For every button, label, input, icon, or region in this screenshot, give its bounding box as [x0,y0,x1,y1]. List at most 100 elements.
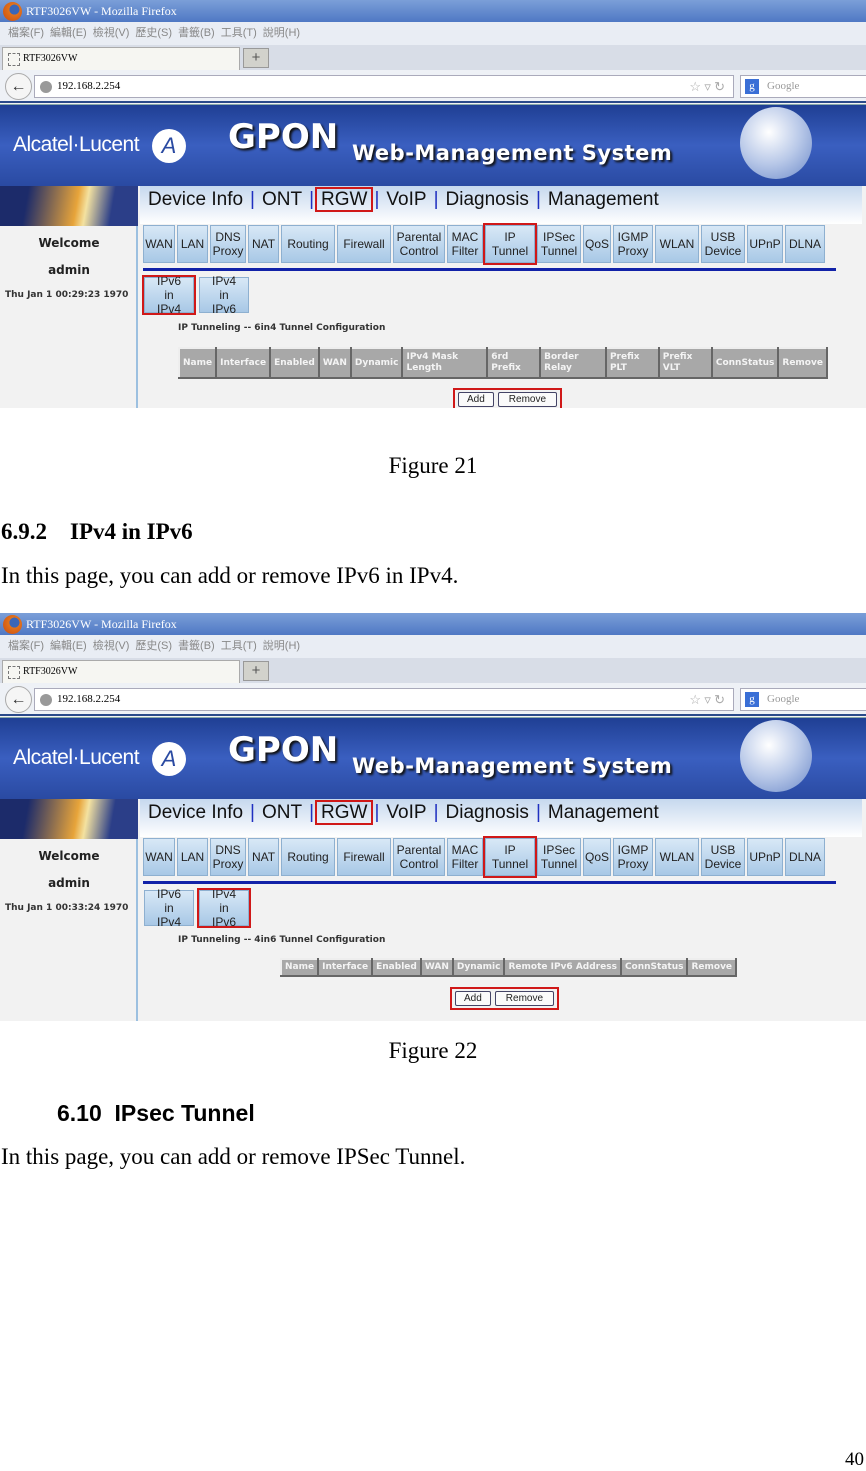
nav-separator: | [374,189,380,210]
browser-tab[interactable]: RTF3026VW [2,660,240,683]
top-nav-management[interactable]: Management [544,802,663,823]
menu-item[interactable]: 檢視(V) [93,27,130,39]
column-header-dynamic: Dynamic [451,958,506,977]
system-date: Thu Jan 1 00:29:23 1970 [5,290,129,300]
menu-item[interactable]: 說明(H) [263,640,300,652]
sub-nav-qos[interactable]: QoS [583,838,611,876]
search-input[interactable]: Google g [740,688,866,711]
sub-nav-dns-proxy[interactable]: DNS Proxy [210,225,246,263]
banner: Alcatel·Lucent A GPON Web-Management System [0,104,866,186]
back-button[interactable]: ← [5,73,32,100]
top-nav-diagnosis[interactable]: Diagnosis [442,802,533,823]
url-bar[interactable]: 192.168.2.254 ☆ ▿ ↻ [34,688,734,711]
menu-item[interactable]: 檔案(F) [8,27,44,39]
sub-nav-upnp[interactable]: UPnP [747,225,783,263]
top-nav-ont[interactable]: ONT [258,802,306,823]
menu-item[interactable]: 歷史(S) [135,27,172,39]
menu-item[interactable]: 檔案(F) [8,640,44,652]
sub-nav-qos[interactable]: QoS [583,225,611,263]
url-bar[interactable]: 192.168.2.254 ☆ ▿ ↻ [34,75,734,98]
sub-nav-ip-tunnel[interactable]: IP Tunnel [483,836,537,878]
tunnel-tab-ipv4-in-ipv6[interactable]: IPv4 in IPv6 [199,274,249,316]
top-nav-device-info[interactable]: Device Info [144,802,247,823]
table-header-row: Name Interface Enabled WAN Dynamic IPv4 Mask … [177,347,828,379]
sub-nav-usb-device[interactable]: USB Device [701,225,745,263]
back-button[interactable]: ← [5,686,32,713]
section-paragraph-6-9-2: In this page, you can add or remove IPv6… [1,563,459,588]
sub-nav-igmp-proxy[interactable]: IGMP Proxy [613,838,653,876]
tunnel-tab-ipv6-in-ipv4[interactable]: IPv6 in IPv4 [142,274,196,316]
sub-nav-parental-control[interactable]: Parental Control [393,838,445,876]
column-header-ipv4-mask-length: IPv4 Mask Length [401,347,489,379]
alcatel-lucent-logo-icon: A [152,129,186,163]
top-nav-rgw[interactable]: RGW [315,187,374,212]
sub-nav-wlan[interactable]: WLAN [655,225,699,263]
sub-nav-dlna[interactable]: DLNA [785,838,825,876]
sub-nav-firewall[interactable]: Firewall [337,838,391,876]
sub-nav-igmp-proxy[interactable]: IGMP Proxy [613,225,653,263]
menu-item[interactable]: 書籤(B) [178,27,215,39]
sub-nav-dlna[interactable]: DLNA [785,225,825,263]
menu-item[interactable]: 編輯(E) [50,27,87,39]
menu-item[interactable]: 檢視(V) [93,640,130,652]
sub-nav-firewall[interactable]: Firewall [337,225,391,263]
screenshot-figure-21: RTF3026VW - Mozilla Firefox 檔案(F) 編輯(E) 檢視(… [0,0,866,408]
sub-nav-routing[interactable]: Routing [281,838,335,876]
remove-button[interactable]: Remove [494,991,555,1006]
top-nav-voip[interactable]: VoIP [382,189,430,210]
menu-item[interactable]: 歷史(S) [135,640,172,652]
tunnel-tab-ipv6-in-ipv4[interactable]: IPv6 in IPv4 [144,887,194,929]
sub-nav-routing[interactable]: Routing [281,225,335,263]
tunnel-table: Name Interface Enabled WAN Dynamic IPv4 Mask … [177,347,828,379]
sub-nav-wlan[interactable]: WLAN [655,838,699,876]
top-nav-device-info[interactable]: Device Info [144,189,247,210]
section-heading-6-9-2: 6.9.2 IPv4 in IPv6 [1,519,193,544]
tunnel-tab-ipv4-in-ipv6[interactable]: IPv4 in IPv6 [197,887,251,929]
figure-21-caption: Figure 21 [388,453,478,478]
bookmark-star-icon[interactable]: ☆ ▿ ↻ [689,689,725,710]
sub-nav-ip-tunnel[interactable]: IP Tunnel [483,223,537,265]
top-nav-voip[interactable]: VoIP [382,802,430,823]
column-header-prefix-plt: Prefix PLT [604,347,660,379]
sub-nav-mac-filter[interactable]: MAC Filter [447,838,483,876]
add-button[interactable]: Add [455,991,491,1006]
left-panel: Welcome admin Thu Jan 1 00:29:23 1970 [0,186,138,408]
menu-item[interactable]: 工具(T) [221,27,257,39]
sub-nav-wan[interactable]: WAN [143,225,175,263]
menu-item[interactable]: 書籤(B) [178,640,215,652]
column-header-interface: Interface [317,958,374,977]
bookmark-star-icon[interactable]: ☆ ▿ ↻ [689,76,725,97]
sub-nav-dns-proxy[interactable]: DNS Proxy [210,838,246,876]
menu-item[interactable]: 工具(T) [221,640,257,652]
sub-nav-parental-control[interactable]: Parental Control [393,225,445,263]
menu-item[interactable]: 編輯(E) [50,640,87,652]
sub-nav-upnp[interactable]: UPnP [747,838,783,876]
top-nav-management[interactable]: Management [544,189,663,210]
new-tab-button[interactable]: + [243,48,269,68]
sub-nav-nat[interactable]: NAT [248,838,279,876]
top-nav-diagnosis[interactable]: Diagnosis [442,189,533,210]
google-icon: g [745,692,759,707]
sub-nav-mac-filter[interactable]: MAC Filter [447,225,483,263]
menu-item[interactable]: 說明(H) [263,27,300,39]
column-header-name: Name [177,347,218,379]
sub-nav-ipsec-tunnel[interactable]: IPSec Tunnel [537,838,581,876]
sub-nav-wan[interactable]: WAN [143,838,175,876]
screenshot-figure-22: RTF3026VW - Mozilla Firefox 檔案(F) 編輯(E) 檢視(… [0,613,866,1021]
remove-button[interactable]: Remove [497,392,558,407]
top-nav-rgw[interactable]: RGW [315,800,374,825]
top-nav-ont[interactable]: ONT [258,189,306,210]
welcome-label: Welcome [38,236,100,250]
sub-nav-nat[interactable]: NAT [248,225,279,263]
sub-nav-usb-device[interactable]: USB Device [701,838,745,876]
search-input[interactable]: Google g [740,75,866,98]
welcome-label: Welcome [38,849,100,863]
column-header-border-relay: Border Relay [539,347,607,379]
sub-nav-lan[interactable]: LAN [177,838,208,876]
sub-nav-ipsec-tunnel[interactable]: IPSec Tunnel [537,225,581,263]
sub-nav-lan[interactable]: LAN [177,225,208,263]
browser-tab[interactable]: RTF3026VW [2,47,240,70]
brand-name: Alcatel·Lucent [13,746,140,769]
add-button[interactable]: Add [458,392,494,407]
new-tab-button[interactable]: + [243,661,269,681]
